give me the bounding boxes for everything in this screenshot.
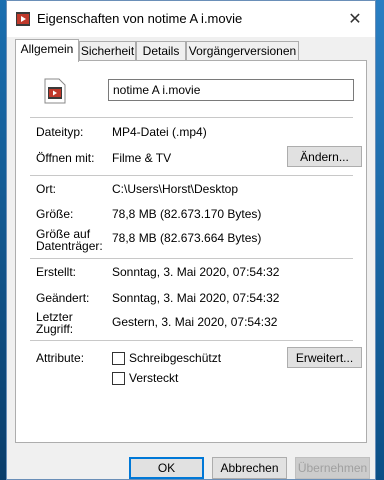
schreibgeschuetzt-label[interactable]: Schreibgeschützt bbox=[129, 351, 221, 365]
oeffnen-mit-value: Filme & TV bbox=[112, 151, 172, 165]
groesse-datentraeger-value: 78,8 MB (82.673.664 Bytes) bbox=[112, 231, 262, 245]
file-name-field[interactable] bbox=[108, 79, 354, 101]
divider bbox=[30, 175, 353, 176]
movie-file-icon bbox=[16, 12, 30, 26]
window-title: Eigenschaften von notime A i.movie bbox=[37, 11, 243, 26]
tab-label: Details bbox=[142, 44, 180, 58]
divider bbox=[30, 117, 353, 118]
close-icon: ✕ bbox=[348, 11, 362, 28]
schreibgeschuetzt-checkbox[interactable] bbox=[112, 352, 125, 365]
geaendert-label: Geändert: bbox=[36, 291, 90, 305]
tab-label: Vorgängerversionen bbox=[188, 44, 297, 58]
attribute-label: Attribute: bbox=[36, 351, 85, 365]
groesse-datentraeger-label-line2: Datenträger: bbox=[36, 239, 103, 253]
cancel-button[interactable]: Abbrechen bbox=[212, 457, 287, 479]
title-bar[interactable]: Eigenschaften von notime A i.movie ✕ bbox=[7, 1, 375, 37]
ort-label: Ort: bbox=[36, 182, 56, 196]
versteckt-checkbox[interactable] bbox=[112, 372, 125, 385]
geaendert-value: Sonntag, 3. Mai 2020, 07:54:32 bbox=[112, 291, 280, 305]
tab-details[interactable]: Details bbox=[136, 41, 186, 60]
tab-allgemein[interactable]: Allgemein bbox=[15, 39, 79, 62]
tab-sicherheit[interactable]: Sicherheit bbox=[79, 41, 136, 60]
tab-label: Sicherheit bbox=[80, 44, 135, 58]
button-label: Erweitert... bbox=[295, 350, 354, 365]
erstellt-label: Erstellt: bbox=[36, 265, 77, 279]
apply-button[interactable]: Übernehmen bbox=[295, 457, 370, 479]
letzter-zugriff-value: Gestern, 3. Mai 2020, 07:54:32 bbox=[112, 315, 278, 329]
close-button[interactable]: ✕ bbox=[335, 1, 375, 37]
dateityp-value: MP4-Datei (.mp4) bbox=[112, 125, 207, 139]
properties-dialog: Eigenschaften von notime A i.movie ✕ All… bbox=[6, 0, 376, 480]
versteckt-label[interactable]: Versteckt bbox=[129, 371, 178, 385]
desktop-background-right bbox=[376, 0, 384, 480]
aendern-button[interactable]: Ändern... bbox=[287, 146, 362, 167]
button-label: Ändern... bbox=[300, 149, 349, 164]
erweitert-button[interactable]: Erweitert... bbox=[287, 347, 362, 368]
letzter-zugriff-label-line2: Zugriff: bbox=[36, 322, 74, 336]
button-label: Übernehmen bbox=[297, 461, 368, 475]
movie-file-icon bbox=[44, 78, 66, 104]
button-label: OK bbox=[157, 461, 176, 475]
tab-label: Allgemein bbox=[20, 42, 74, 56]
groesse-label: Größe: bbox=[36, 207, 74, 221]
divider bbox=[30, 258, 353, 259]
divider bbox=[30, 340, 353, 341]
button-label: Abbrechen bbox=[220, 461, 279, 475]
erstellt-value: Sonntag, 3. Mai 2020, 07:54:32 bbox=[112, 265, 280, 279]
general-tab-panel: Dateityp: MP4-Datei (.mp4) Öffnen mit: F… bbox=[15, 60, 367, 443]
dateityp-label: Dateityp: bbox=[36, 125, 84, 139]
groesse-value: 78,8 MB (82.673.170 Bytes) bbox=[112, 207, 262, 221]
tab-vorgaengerversionen[interactable]: Vorgängerversionen bbox=[186, 41, 299, 60]
oeffnen-mit-label: Öffnen mit: bbox=[36, 151, 95, 165]
ok-button[interactable]: OK bbox=[129, 457, 204, 479]
ort-value: C:\Users\Horst\Desktop bbox=[112, 182, 239, 196]
